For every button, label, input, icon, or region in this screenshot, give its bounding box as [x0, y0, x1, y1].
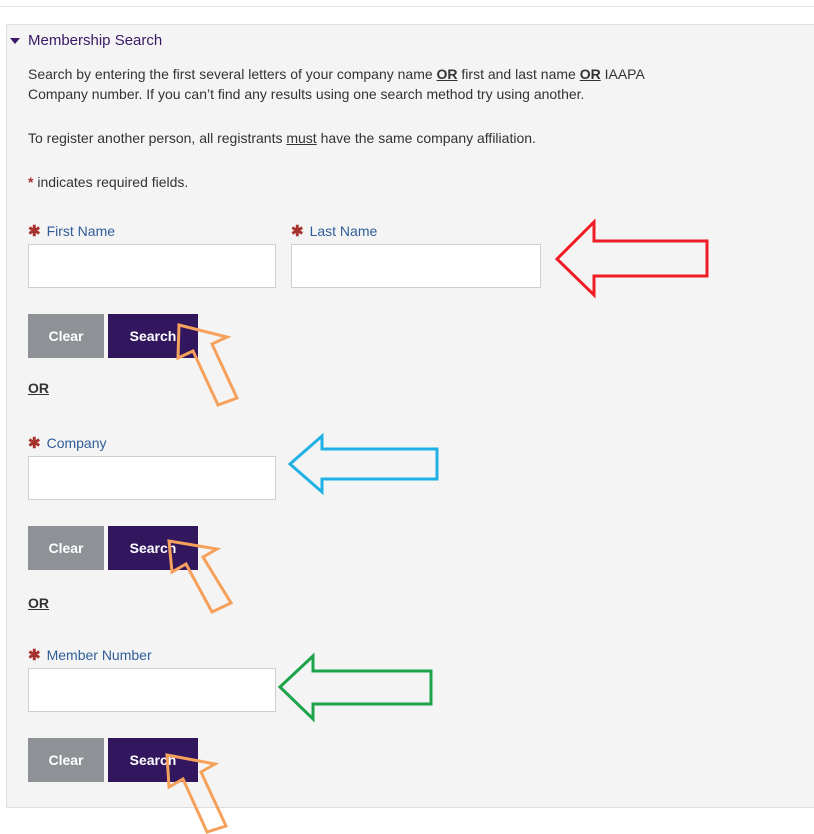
blue-arrow-icon	[287, 432, 439, 496]
green-arrow-icon	[277, 652, 433, 723]
orange-arrow-icon	[176, 323, 240, 407]
orange-arrow-icon	[167, 539, 234, 614]
orange-arrow-icon	[165, 753, 229, 834]
annotation-overlay	[165, 218, 709, 834]
red-arrow-icon	[554, 218, 709, 299]
